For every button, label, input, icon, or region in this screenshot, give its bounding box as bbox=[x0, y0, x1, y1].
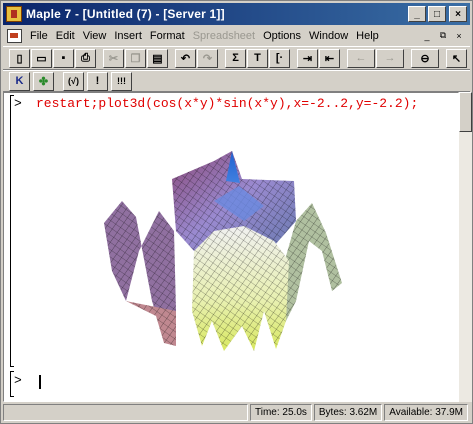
menu-window[interactable]: Window bbox=[305, 30, 352, 42]
math-mode-icon[interactable]: (√) bbox=[63, 71, 84, 91]
menu-format[interactable]: Format bbox=[146, 30, 189, 42]
sigma-icon[interactable]: Σ bbox=[225, 48, 246, 68]
maple-app-icon[interactable] bbox=[6, 6, 22, 22]
stop-execution-icon[interactable]: K bbox=[9, 71, 30, 91]
mdi-minimize-button[interactable]: _ bbox=[420, 29, 434, 42]
minimize-button[interactable]: _ bbox=[408, 6, 426, 22]
surface-plot bbox=[104, 151, 342, 351]
menu-options[interactable]: Options bbox=[259, 30, 305, 42]
indent-icon[interactable]: ⇥ bbox=[297, 48, 318, 68]
maximize-button[interactable]: □ bbox=[428, 6, 446, 22]
menu-bar: File Edit View Insert Format Spreadsheet… bbox=[3, 26, 470, 45]
mdi-close-button[interactable]: × bbox=[452, 29, 466, 42]
save-icon[interactable]: ▪ bbox=[53, 48, 74, 68]
print-icon[interactable]: ⎙ bbox=[75, 48, 96, 68]
cut-icon[interactable]: ✂ bbox=[103, 48, 124, 68]
input-prompt: > bbox=[14, 96, 22, 111]
empty-group-bracket[interactable] bbox=[10, 371, 14, 397]
non-executable-icon[interactable]: [· bbox=[269, 48, 290, 68]
menu-view[interactable]: View bbox=[79, 30, 111, 42]
title-bar[interactable]: Maple 7 - [Untitled (7) - [Server 1]] _ … bbox=[3, 3, 470, 25]
stop-icon[interactable]: ⊖ bbox=[411, 48, 439, 68]
mdi-restore-button[interactable]: ⧉ bbox=[436, 29, 450, 42]
status-bytes: Bytes: 3.62M bbox=[313, 404, 383, 421]
worksheet[interactable]: > restart;plot3d(cos(x*y)*sin(x*y),x=-2.… bbox=[3, 92, 459, 402]
scrollbar-thumb[interactable] bbox=[459, 92, 472, 132]
empty-prompt: > bbox=[14, 373, 22, 388]
mdi-controls: _ ⧉ × bbox=[420, 29, 466, 42]
menu-spreadsheet[interactable]: Spreadsheet bbox=[189, 30, 259, 42]
context-toolbar: K ✤ (√) ! !!! bbox=[3, 70, 470, 92]
execution-group-bracket[interactable] bbox=[10, 95, 14, 367]
status-available: Available: 37.9M bbox=[384, 404, 468, 421]
plot3d-output[interactable] bbox=[64, 151, 384, 356]
status-time: Time: 25.0s bbox=[250, 404, 312, 421]
restart-icon[interactable]: ✤ bbox=[33, 71, 54, 91]
context-help-icon[interactable]: ↖ bbox=[446, 48, 467, 68]
main-toolbar: ▯ ▭ ▪ ⎙ ✂ ❐ ▤ ↶ ↷ Σ T [· ⇥ ⇤ ← → ⊖ ↖ bbox=[3, 46, 470, 70]
status-bar: Time: 25.0s Bytes: 3.62M Available: 37.9… bbox=[3, 404, 470, 423]
execute-all-icon[interactable]: !!! bbox=[111, 71, 132, 91]
command-input[interactable]: restart;plot3d(cos(x*y)*sin(x*y),x=-2..2… bbox=[36, 96, 452, 112]
menu-insert[interactable]: Insert bbox=[110, 30, 146, 42]
copy-icon[interactable]: ❐ bbox=[125, 48, 146, 68]
status-message bbox=[3, 404, 249, 421]
text-cursor bbox=[39, 375, 41, 389]
window-title: Maple 7 - [Untitled (7) - [Server 1]] bbox=[26, 7, 225, 21]
open-file-icon[interactable]: ▭ bbox=[31, 48, 52, 68]
vertical-scrollbar[interactable] bbox=[459, 92, 472, 402]
back-arrow-icon[interactable]: ← bbox=[347, 48, 375, 68]
menu-help[interactable]: Help bbox=[352, 30, 383, 42]
menu-file[interactable]: File bbox=[26, 30, 52, 42]
close-button[interactable]: × bbox=[449, 6, 467, 22]
redo-icon[interactable]: ↷ bbox=[197, 48, 218, 68]
menu-edit[interactable]: Edit bbox=[52, 30, 79, 42]
execute-icon[interactable]: ! bbox=[87, 71, 108, 91]
maple-window: Maple 7 - [Untitled (7) - [Server 1]] _ … bbox=[0, 0, 473, 424]
outdent-icon[interactable]: ⇤ bbox=[319, 48, 340, 68]
document-icon[interactable] bbox=[7, 28, 22, 43]
paste-icon[interactable]: ▤ bbox=[147, 48, 168, 68]
undo-icon[interactable]: ↶ bbox=[175, 48, 196, 68]
forward-arrow-icon[interactable]: → bbox=[376, 48, 404, 68]
text-mode-icon[interactable]: T bbox=[247, 48, 268, 68]
new-file-icon[interactable]: ▯ bbox=[9, 48, 30, 68]
